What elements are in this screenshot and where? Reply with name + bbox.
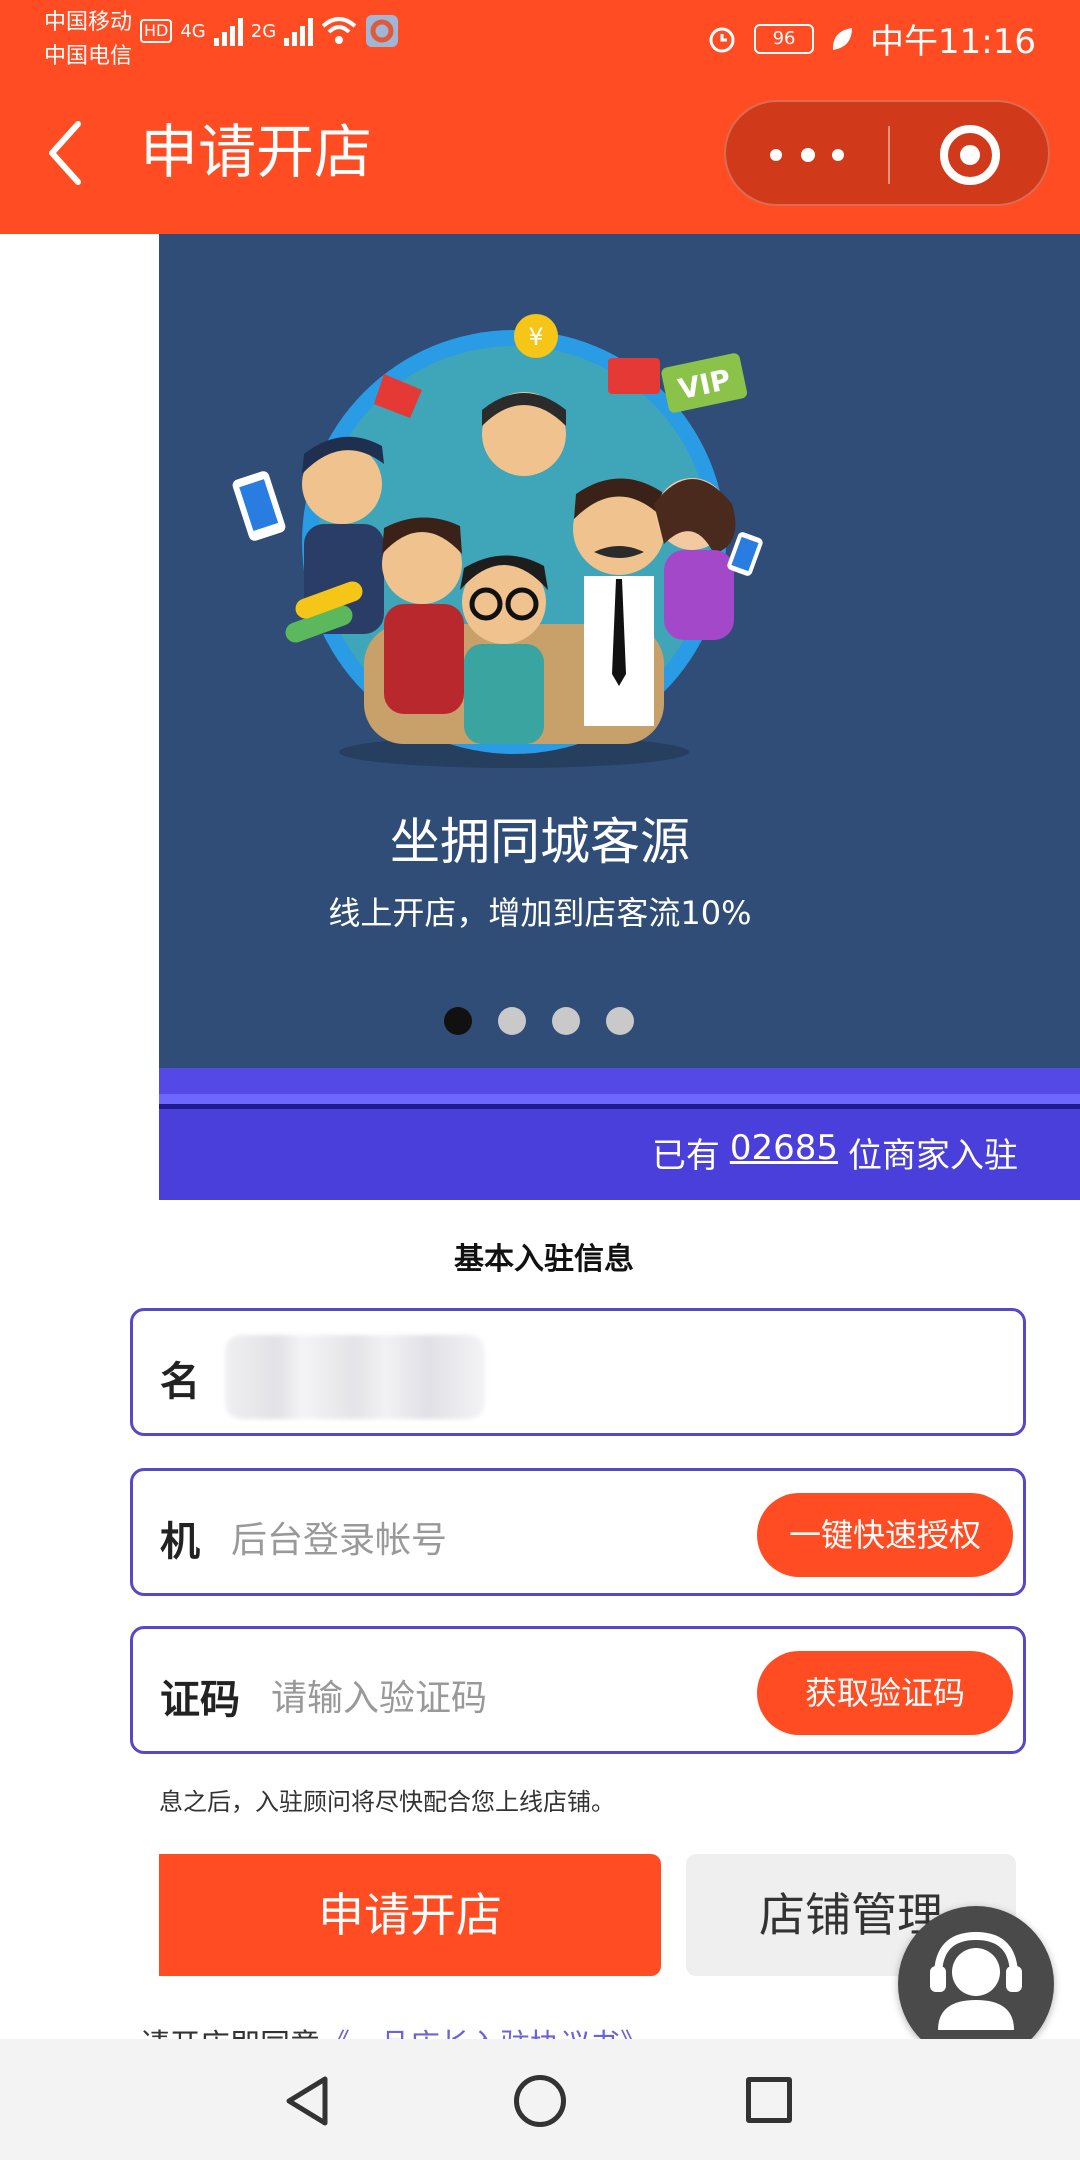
carousel-dot[interactable] [606,1007,634,1035]
carrier-info: 中国移动 中国电信 [44,6,132,74]
merchant-suffix: 位商家入驻 [848,1136,1018,1176]
nav-recent-button[interactable] [746,2077,792,2123]
close-mini-program-button[interactable] [940,125,1000,185]
leaf-icon [832,27,853,50]
code-field: 证码 请输入验证码 获取验证码 [130,1626,1026,1754]
banner-subtitle: 线上开店，增加到店客流10% [328,894,752,932]
carousel-dot[interactable] [552,1007,580,1035]
name-field[interactable]: 名 [130,1308,1026,1436]
section-title: 基本入驻信息 [454,1242,634,1277]
code-label: 证码 [160,1677,240,1723]
agreement-text: 请开店即同意 [140,2028,320,2039]
name-label: 名 [160,1359,200,1405]
signal-icon-2 [284,16,314,46]
nav-back-button[interactable] [283,2075,333,2127]
capsule-divider [888,126,890,184]
headset-agent-icon [930,1931,1022,2030]
carousel-dot-active[interactable] [444,1007,472,1035]
back-button[interactable] [40,118,92,188]
main-content: ¥ VIP 坐拥同城客源 线上开店，增加到店客流10% 已有 02685 位商家… [0,234,1080,2039]
network-4g-label: 4G [180,20,206,42]
wifi-icon [321,17,357,44]
system-nav-bar [0,2039,1080,2160]
app-notification-icon [366,15,399,47]
title-bar: 申请开店 [0,72,1080,234]
network-2g-label: 2G [250,20,277,42]
quick-authorize-button[interactable]: 一键快速授权 [757,1493,1013,1577]
form-hint: 息之后，入驻顾问将尽快配合您上线店铺。 [159,1788,615,1816]
phone-label: 机 [160,1519,200,1565]
apply-store-button[interactable]: 申请开店 [159,1854,661,1976]
carrier-2: 中国电信 [44,44,133,69]
merchant-count-strip: 已有 02685 位商家入驻 [159,1068,1080,1200]
merchant-count: 02685 [729,1128,838,1168]
clock: 中午11:16 [870,22,1036,62]
agreement-link[interactable]: 《一品店长入驻协议书》 [320,2028,650,2039]
signal-icon [213,16,243,46]
name-value-blurred[interactable] [225,1335,485,1419]
carrier-1: 中国移动 [44,10,133,35]
phone-field: 机 后台登录帐号 一键快速授权 [130,1468,1026,1596]
svg-text:¥: ¥ [528,323,543,351]
customer-service-button[interactable] [898,1906,1054,2039]
nav-home-button[interactable] [514,2075,566,2127]
signal-group: HD 4G 2G [140,14,399,48]
more-button[interactable] [766,132,848,178]
agreement-line: 请开店即同意《一品店长入驻协议书》 [140,2020,650,2039]
status-bar: 中国移动 中国电信 HD 4G 2G 96 中午11:16 [0,0,1080,72]
mini-program-capsule [724,100,1050,206]
status-right: 96 中午11:16 [706,14,1036,63]
merchant-prefix: 已有 [651,1136,720,1176]
get-code-button[interactable]: 获取验证码 [757,1651,1013,1735]
carousel-indicator [444,1007,634,1035]
battery-icon: 96 [754,23,815,54]
merchants-illustration: ¥ VIP [232,314,763,768]
page-title: 申请开店 [140,118,373,186]
merchant-count-text: 已有 02685 位商家入驻 [652,1128,1018,1177]
promo-banner[interactable]: ¥ VIP 坐拥同城客源 线上开店，增加到店客流10% [159,234,1080,1068]
carousel-dot[interactable] [498,1007,526,1035]
banner-title: 坐拥同城客源 [390,813,690,871]
hd-badge: HD [140,19,173,43]
alarm-icon [709,27,735,52]
phone-input[interactable]: 后台登录帐号 [231,1511,447,1563]
code-input[interactable]: 请输入验证码 [271,1669,487,1721]
